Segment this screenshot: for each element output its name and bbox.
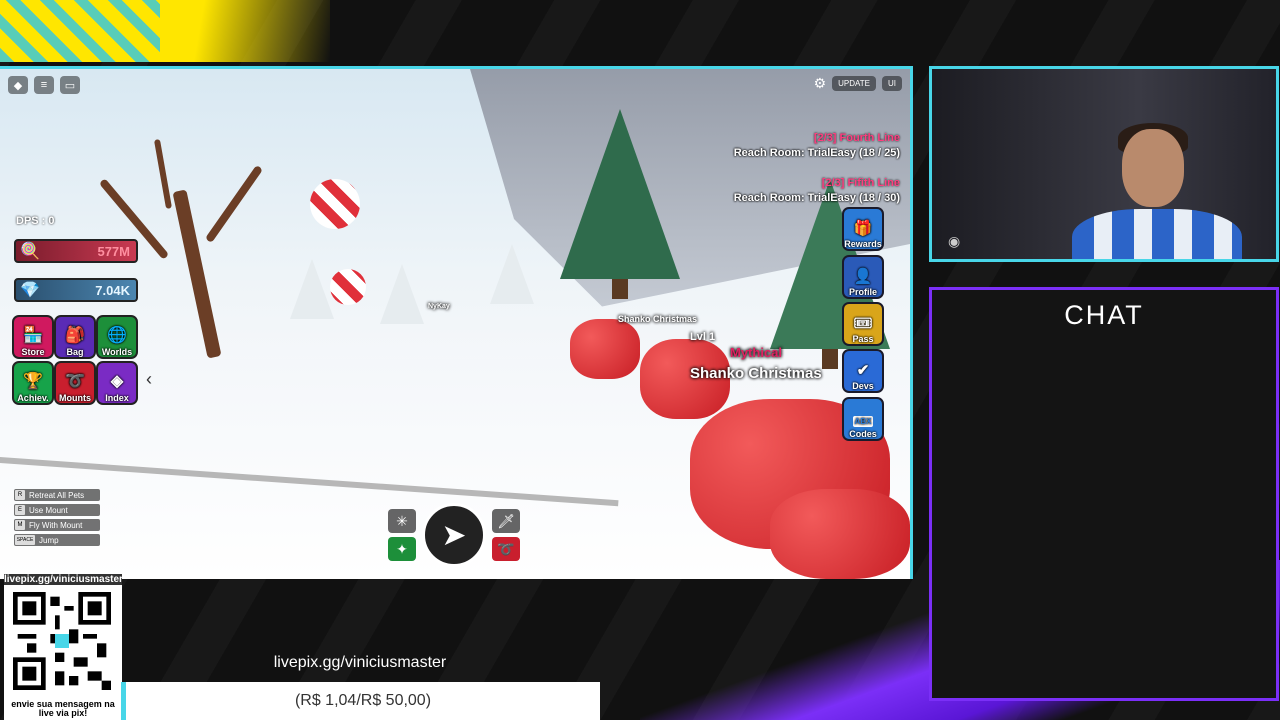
gem-icon: 💎 xyxy=(20,282,40,299)
sword-icon[interactable]: 🗡 xyxy=(492,509,520,533)
worlds-button[interactable]: 🌐 Worlds xyxy=(96,315,138,359)
sparkle-icon[interactable]: ✦ xyxy=(388,537,416,561)
bag-icon: 🎒 xyxy=(65,327,85,344)
dps-label: DPS : 0 xyxy=(16,215,55,227)
index-button[interactable]: ◈ Index xyxy=(96,361,138,405)
qr-url: livepix.gg/viniciusmaster xyxy=(4,574,123,585)
player-name: NyKay xyxy=(428,303,450,310)
pet-level: Lvl 1 xyxy=(690,331,716,343)
coins-value: 577M xyxy=(97,243,130,259)
candy-cane-decoration xyxy=(330,269,366,305)
streamer xyxy=(1072,123,1242,259)
snowy-pine-tree xyxy=(380,264,424,324)
pine-tree xyxy=(560,109,680,299)
snowy-pine-tree xyxy=(290,259,334,319)
keybind-fly: M Fly With Mount xyxy=(14,519,100,531)
webcam-feed: ◉ xyxy=(929,66,1279,262)
settings-gear-icon[interactable]: ⚙ xyxy=(814,75,827,92)
rewards-button[interactable]: 🎁 Rewards xyxy=(842,207,884,251)
gems-value: 7.04K xyxy=(95,282,130,298)
keybind-use-mount: E Use Mount xyxy=(14,504,100,516)
collapse-chevron-icon[interactable]: ‹ xyxy=(146,369,152,390)
keybind-retreat: R Retreat All Pets xyxy=(14,489,100,501)
index-icon: ◈ xyxy=(110,373,124,390)
donation-goal-bar: (R$ 1,04/R$ 50,00) xyxy=(121,682,600,720)
pet-body xyxy=(770,489,910,579)
codes-button[interactable]: ABX Codes xyxy=(842,397,884,441)
candy-cane-icon: 🍭 xyxy=(20,243,40,260)
snowy-pine-tree xyxy=(490,244,534,304)
qr-code-icon xyxy=(13,592,111,690)
menu-icon[interactable]: ≡ xyxy=(34,76,54,94)
profile-icon: 👤 xyxy=(853,268,873,285)
mounts-button[interactable]: ➰ Mounts xyxy=(54,361,96,405)
keybind-jump: SPACE Jump xyxy=(14,534,100,546)
pet-body xyxy=(570,319,640,379)
quest-description: Reach Room: TrialEasy (18 / 25) xyxy=(733,147,900,159)
update-button[interactable]: UPDATE xyxy=(832,76,876,91)
quest-title: [2/3] Fifith Line xyxy=(821,177,900,189)
coins-counter: 🍭 577M xyxy=(14,239,138,263)
store-button[interactable]: 🏪 Store xyxy=(12,315,54,359)
store-icon: 🏪 xyxy=(23,327,43,344)
mount-icon[interactable]: ➰ xyxy=(492,537,520,561)
action-toolbar: ✳ ✦ ➤ 🗡 ➰ xyxy=(388,503,520,567)
roblox-logo-icon[interactable]: ◆ xyxy=(8,76,28,94)
ticket-icon: 🎟 xyxy=(853,315,873,332)
chat-bubble-icon[interactable]: ▭ xyxy=(60,76,80,94)
camera-icon: ◉ xyxy=(948,233,961,249)
globe-icon: 🌐 xyxy=(107,327,127,344)
check-icon: ✔ xyxy=(856,362,870,379)
pet-name: Shanko Christmas xyxy=(690,365,822,382)
abx-icon: ABX xyxy=(852,416,874,427)
quest-title: [2/3] Fourth Line xyxy=(813,132,900,144)
game-viewport[interactable]: ◆ ≡ ▭ ⚙ UPDATE UI DPS : 0 🍭 577M 💎 7.04K… xyxy=(0,66,913,579)
pass-button[interactable]: 🎟 Pass xyxy=(842,302,884,346)
profile-button[interactable]: 👤 Profile xyxy=(842,255,884,299)
pet-name-distant: Shanko Christmas xyxy=(618,314,698,324)
qr-caption: envie sua mensagem na live via pix! xyxy=(11,699,115,718)
cursor-click-button[interactable]: ➤ xyxy=(422,503,486,567)
ui-toggle-button[interactable]: UI xyxy=(882,76,902,91)
auto-click-icon[interactable]: ✳ xyxy=(388,509,416,533)
cursor-icon: ➤ xyxy=(441,518,467,552)
top-right-controls: ⚙ UPDATE UI xyxy=(814,75,902,92)
achievements-button[interactable]: 🏆 Achiev. xyxy=(12,361,54,405)
candy-cane-decoration xyxy=(310,179,360,229)
keybind-hints: R Retreat All Pets E Use Mount M Fly With M… xyxy=(14,489,100,546)
top-left-controls: ◆ ≡ ▭ xyxy=(8,76,80,94)
yellow-corner-decoration xyxy=(0,0,330,62)
chat-title: CHAT xyxy=(1064,300,1144,330)
chat-panel: CHAT xyxy=(929,287,1279,701)
pet-rarity: Mythical xyxy=(730,345,783,360)
trophy-icon: 🏆 xyxy=(23,373,43,390)
donation-goal-text: (R$ 1,04/R$ 50,00) xyxy=(294,692,432,709)
gems-counter: 💎 7.04K xyxy=(14,278,138,302)
quest-description: Reach Room: TrialEasy (18 / 30) xyxy=(733,192,900,204)
livepix-url: livepix.gg/viniciusmaster xyxy=(273,654,447,671)
bag-button[interactable]: 🎒 Bag xyxy=(54,315,96,359)
gift-icon: 🎁 xyxy=(853,220,873,237)
devs-button[interactable]: ✔ Devs xyxy=(842,349,884,393)
mount-icon: ➰ xyxy=(65,373,85,390)
